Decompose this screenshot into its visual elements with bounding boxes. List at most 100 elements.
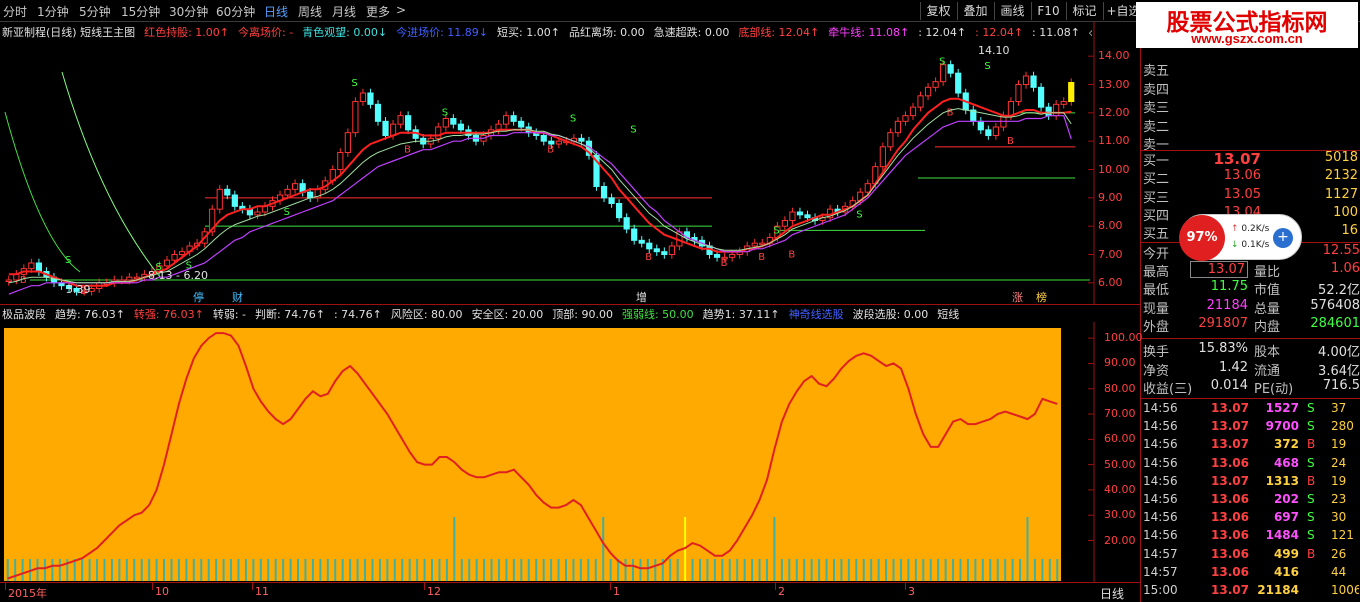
candle	[887, 132, 894, 148]
period-tab-more[interactable]: 更多	[366, 3, 390, 20]
trade-row[interactable]: 14:57 13.06 499 B 26	[1143, 547, 1360, 565]
date-tick	[775, 583, 776, 590]
sell-signal: S	[856, 210, 862, 221]
legend-item: 趋势: 76.03↑	[55, 308, 125, 320]
buy-signal: B	[404, 145, 411, 156]
osc-tick-label: 60.00	[1104, 432, 1136, 446]
legend-item: 强弱线: 50.00	[621, 308, 694, 320]
candle	[623, 217, 630, 230]
period-tab-monthly[interactable]: 月线	[332, 3, 356, 20]
bid-volume: 2132	[1324, 168, 1358, 184]
period-tab-30min[interactable]: 30分钟	[169, 3, 208, 20]
date-axis: 2015年 10 11 12 1 2 3 日线	[0, 582, 1140, 602]
candle	[646, 242, 653, 250]
sell-signal: S	[773, 225, 779, 236]
trade-side: S	[1307, 528, 1315, 543]
trade-price: 13.07	[1211, 437, 1249, 452]
date-label: 1	[613, 585, 620, 598]
trade-row[interactable]: 14:56 13.07 1527 S 37	[1143, 401, 1360, 419]
trade-row[interactable]: 14:56 13.06 1484 S 121	[1143, 528, 1360, 546]
draw-line-button[interactable]: 画线	[994, 2, 1030, 20]
trade-row[interactable]: 14:56 13.06 468 S 24	[1143, 456, 1360, 474]
trade-price: 13.07	[1211, 419, 1249, 434]
mark-button[interactable]: 标记	[1066, 2, 1102, 20]
main-price-chart[interactable]: SS SSSSSSSSS SBBB BBBB BBB	[0, 22, 1140, 305]
stat-label: 量比	[1254, 265, 1281, 281]
sell-signal: S	[984, 61, 990, 72]
price-tick-label: 8.00	[1098, 219, 1123, 233]
legend-item: 短买: 1.00↑	[497, 26, 560, 38]
candle	[1053, 103, 1060, 117]
event-marker-suspend[interactable]: 停	[193, 289, 204, 305]
date-label: 12	[427, 585, 441, 598]
candle	[729, 254, 736, 258]
trade-row[interactable]: 15:00 13.07 21184 1006	[1143, 583, 1360, 601]
oscillator-background	[4, 328, 1061, 581]
candle	[344, 132, 351, 153]
price-tick-label: 9.00	[1098, 190, 1123, 204]
trade-row[interactable]: 14:56 13.07 1313 B 19	[1143, 474, 1360, 492]
event-marker-limit-up[interactable]: 涨	[1012, 289, 1023, 305]
trade-volume: 697	[1273, 510, 1299, 525]
stat-value: 52.2亿	[1318, 283, 1360, 299]
trade-time: 14:57	[1143, 546, 1178, 561]
period-tab-15min[interactable]: 15分钟	[121, 3, 160, 20]
period-low-label: 5.39	[66, 283, 91, 296]
trade-side: B	[1307, 473, 1316, 488]
trade-row[interactable]: 14:57 13.06 416 44	[1143, 565, 1360, 583]
f10-button[interactable]: F10	[1031, 2, 1065, 20]
event-marker-finance[interactable]: 财	[232, 289, 243, 305]
watermark-url: www.gszx.com.cn	[1191, 31, 1303, 46]
trade-row[interactable]: 14:56 13.06 202 S 23	[1143, 492, 1360, 510]
period-tab-60min[interactable]: 60分钟	[216, 3, 255, 20]
bid-row[interactable]: 买一 13.07 5018	[1143, 150, 1360, 169]
bid-row[interactable]: 买二 13.06 2132	[1143, 168, 1360, 187]
candle	[216, 188, 223, 210]
ask-label: 卖二	[1143, 119, 1170, 135]
candle	[894, 120, 902, 134]
trade-row[interactable]: 14:56 13.07 9700 S 280	[1143, 419, 1360, 437]
side-panel-border	[1140, 22, 1141, 602]
legend-item: 青色观望: 0.00↓	[302, 26, 388, 38]
price-tick-label: 13.00	[1098, 77, 1130, 91]
stat-value: 1.42	[1219, 359, 1248, 375]
ask-row[interactable]: 卖二	[1143, 116, 1360, 135]
period-tab-intraday[interactable]: 分时	[3, 3, 27, 20]
network-speed-widget[interactable]: 97% ↑ 0.2K/s ↓ 0.1K/s +	[1179, 214, 1302, 261]
trade-row[interactable]: 14:56 13.07 372 B 19	[1143, 437, 1360, 455]
legend-item: 转强: 76.03↑	[133, 308, 204, 320]
restore-rights-button[interactable]: 复权	[920, 2, 956, 20]
stat-label: 现量	[1143, 301, 1170, 317]
bid-price: 13.07	[1213, 150, 1261, 168]
upload-speed-value: 0.2K/s	[1241, 224, 1270, 234]
period-tab-5min[interactable]: 5分钟	[79, 3, 111, 20]
candle	[985, 129, 992, 137]
main-chart-legend: 新亚制程(日线) 短线王主图 红色持股: 1.00↑ 今离场价: - 青色观望: 0.…	[2, 24, 1092, 38]
ask-row[interactable]: 卖四	[1143, 79, 1360, 98]
candle	[28, 262, 35, 270]
ask-row[interactable]: 卖三	[1143, 97, 1360, 116]
event-marker-increase[interactable]: 增	[636, 289, 647, 305]
overlay-button[interactable]: 叠加	[957, 2, 993, 20]
period-tab-weekly[interactable]: 周线	[298, 3, 322, 20]
candle	[510, 115, 517, 122]
ask-row[interactable]: 卖五	[1143, 60, 1360, 79]
chevron-right-icon[interactable]: >	[396, 3, 406, 17]
candle	[163, 259, 171, 267]
candle	[1045, 106, 1052, 117]
oscillator-chart[interactable]	[0, 322, 1140, 582]
osc-tick-label: 90.00	[1104, 356, 1136, 370]
legend-item: 安全区: 20.00	[471, 308, 544, 320]
trade-row[interactable]: 14:56 13.06 697 S 30	[1143, 510, 1360, 528]
plus-icon[interactable]: +	[1273, 228, 1293, 248]
trade-time: 14:56	[1143, 510, 1178, 525]
date-tick	[424, 583, 425, 590]
event-marker-rank[interactable]: 榜	[1036, 289, 1047, 305]
period-tab-1min[interactable]: 1分钟	[37, 3, 69, 20]
bid-row[interactable]: 买三 13.05 1127	[1143, 187, 1360, 206]
stat-label: 最低	[1143, 283, 1170, 299]
trade-side: S	[1307, 419, 1315, 434]
candle	[1068, 82, 1075, 102]
legend-item: 新亚制程(日线) 短线王主图	[2, 26, 136, 38]
period-tab-daily[interactable]: 日线	[264, 3, 288, 20]
